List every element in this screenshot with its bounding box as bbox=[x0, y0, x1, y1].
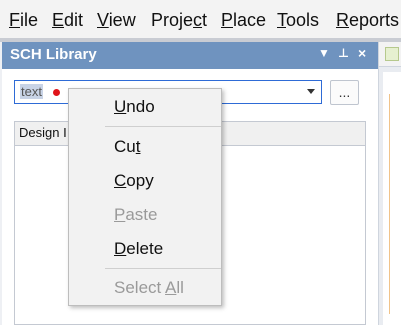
copy-post: opy bbox=[126, 171, 154, 190]
menu-tools-accel: T bbox=[277, 10, 286, 30]
menu-tools[interactable]: Tools bbox=[277, 8, 319, 32]
menu-reports-accel: R bbox=[336, 10, 349, 30]
paste-post: aste bbox=[125, 205, 158, 224]
column-header-design-item[interactable]: Design I bbox=[19, 125, 67, 140]
menu-place[interactable]: Place bbox=[221, 8, 266, 32]
select-all-post: ll bbox=[176, 278, 184, 297]
paste-accel: P bbox=[114, 205, 126, 224]
pin-icon[interactable]: ⊥ bbox=[338, 46, 349, 60]
document-area bbox=[379, 42, 401, 325]
panel-title: SCH Library bbox=[10, 46, 97, 63]
cut-pre: Cu bbox=[114, 137, 136, 156]
menu-place-post: lace bbox=[233, 10, 267, 30]
menu-place-accel: P bbox=[221, 10, 234, 30]
menu-separator bbox=[105, 268, 221, 269]
menu-item-delete[interactable]: Delete bbox=[114, 239, 163, 259]
menu-edit-accel: E bbox=[52, 10, 65, 30]
document-tab-strip bbox=[379, 42, 401, 67]
app-window: File Edit View Project Place Tools Repor… bbox=[0, 0, 401, 325]
menu-item-copy[interactable]: Copy bbox=[114, 171, 154, 191]
browse-button[interactable]: ... bbox=[330, 80, 359, 105]
document-tab-icon[interactable] bbox=[385, 47, 399, 61]
menu-edit-post: dit bbox=[64, 10, 84, 30]
menu-separator bbox=[105, 126, 221, 127]
menu-view[interactable]: View bbox=[97, 8, 136, 32]
menu-project-post: t bbox=[202, 10, 208, 30]
menu-item-select-all: Select All bbox=[114, 278, 184, 298]
menu-edit[interactable]: Edit bbox=[52, 8, 83, 32]
menu-tools-post: ools bbox=[286, 10, 320, 30]
menu-bar: File Edit View Project Place Tools Repor… bbox=[0, 0, 401, 38]
menu-item-cut[interactable]: Cut bbox=[114, 137, 140, 157]
canvas-border-line bbox=[389, 94, 390, 314]
menu-file[interactable]: File bbox=[9, 8, 38, 32]
menu-view-post: iew bbox=[108, 10, 136, 30]
menu-project[interactable]: Project bbox=[151, 8, 207, 32]
red-marker-icon bbox=[53, 89, 60, 96]
menu-file-post: ile bbox=[20, 10, 39, 30]
schematic-canvas[interactable] bbox=[383, 72, 401, 325]
copy-accel: C bbox=[114, 171, 127, 190]
close-icon[interactable]: × bbox=[358, 45, 366, 61]
select-all-pre: Select bbox=[114, 278, 166, 297]
menu-project-pre: Proje bbox=[151, 10, 194, 30]
menu-view-accel: V bbox=[97, 10, 109, 30]
search-input-value[interactable]: text bbox=[20, 84, 43, 99]
delete-post: elete bbox=[126, 239, 164, 258]
menu-reports[interactable]: Reports bbox=[336, 8, 399, 32]
undo-accel: U bbox=[114, 97, 127, 116]
panel-menu-icon[interactable]: ▼ bbox=[318, 46, 330, 60]
select-all-accel: A bbox=[165, 278, 177, 297]
menu-file-accel: F bbox=[9, 10, 20, 30]
menu-item-paste: Paste bbox=[114, 205, 157, 225]
context-menu: Undo Cut Copy Paste Delete Select All bbox=[68, 88, 222, 306]
chevron-down-icon[interactable] bbox=[307, 89, 315, 94]
panel-title-bar: SCH Library ▼ ⊥ × bbox=[2, 42, 378, 69]
delete-accel: D bbox=[114, 239, 127, 258]
menu-item-undo[interactable]: Undo bbox=[114, 97, 155, 117]
undo-post: ndo bbox=[126, 97, 155, 116]
cut-accel: t bbox=[135, 137, 141, 156]
menu-project-accel: c bbox=[193, 10, 203, 30]
menu-reports-post: eports bbox=[349, 10, 400, 30]
